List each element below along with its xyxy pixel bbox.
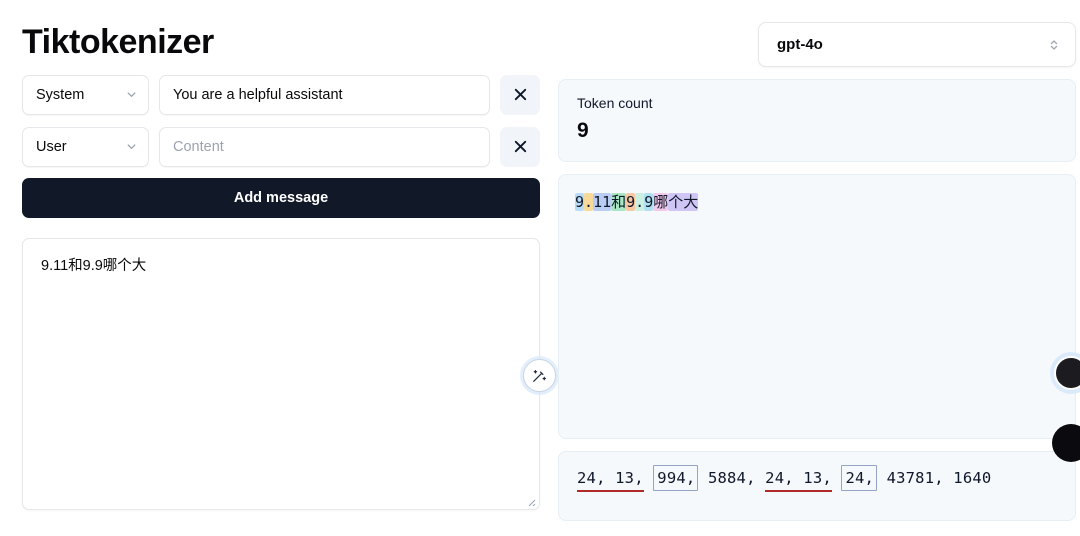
token-chip: 9 [575,193,585,211]
close-icon [512,138,529,155]
token-id-segment: 24, 13, [577,469,644,492]
token-chip: 9 [626,193,636,211]
remove-message-button-user[interactable] [500,126,540,167]
message-content-input-user[interactable] [159,126,490,167]
right-panel: gpt-4o Token count 9 9.11和9.9哪个大 24, 13,… [558,0,1080,536]
token-count-label: Token count [577,95,653,111]
token-id-segment: 5884, [698,469,766,487]
token-id-segment [644,469,654,487]
magic-wand-button[interactable] [523,358,556,392]
role-select-system[interactable]: System [22,74,149,115]
role-select-user[interactable]: User [22,126,149,167]
message-row: User [22,126,540,167]
add-message-button[interactable]: Add message [22,177,540,218]
remove-message-button-system[interactable] [500,74,540,115]
avatar-bubble[interactable] [1054,356,1080,390]
token-id-segment [832,469,842,487]
token-id-segment: 24, [841,465,878,491]
left-panel: Tiktokenizer System User [22,0,556,536]
token-id-segment: 994, [653,465,699,491]
message-content-input-system[interactable] [159,74,490,115]
model-selector-value: gpt-4o [777,36,823,53]
chevron-up-down-icon [1047,38,1061,52]
token-id-segment: 24, 13, [765,469,832,492]
token-chip: 11 [593,193,612,211]
message-row: System [22,74,540,115]
tokenized-text-card: 9.11和9.9哪个大 [558,174,1076,439]
chevron-down-icon [125,88,138,101]
close-icon [512,86,529,103]
token-ids-card: 24, 13, 994, 5884, 24, 13, 24, 43781, 16… [558,451,1076,521]
tokenized-text-stream: 9.11和9.9哪个大 [575,191,1059,214]
token-chip: 和 [611,193,627,211]
token-count-card: Token count 9 [558,79,1076,162]
role-select-label: User [36,138,67,155]
role-select-label: System [36,86,85,103]
token-chip: 哪 [653,193,669,211]
main-text-input[interactable] [22,237,540,510]
token-chip: 9 [644,193,654,211]
token-ids-line: 24, 13, 994, 5884, 24, 13, 24, 43781, 16… [577,465,1057,492]
magic-wand-icon [531,367,548,384]
token-chip: . [635,193,645,211]
token-chip: . [584,193,594,211]
model-selector[interactable]: gpt-4o [758,22,1076,67]
page-title: Tiktokenizer [22,23,214,61]
token-chip: 个大 [668,193,699,211]
tiktokenizer-app: Tiktokenizer System User [0,0,1080,536]
token-count-value: 9 [577,118,589,142]
token-id-segment: 43781, 1640 [877,469,992,487]
chevron-down-icon [125,140,138,153]
input-textarea-wrapper [22,237,556,510]
